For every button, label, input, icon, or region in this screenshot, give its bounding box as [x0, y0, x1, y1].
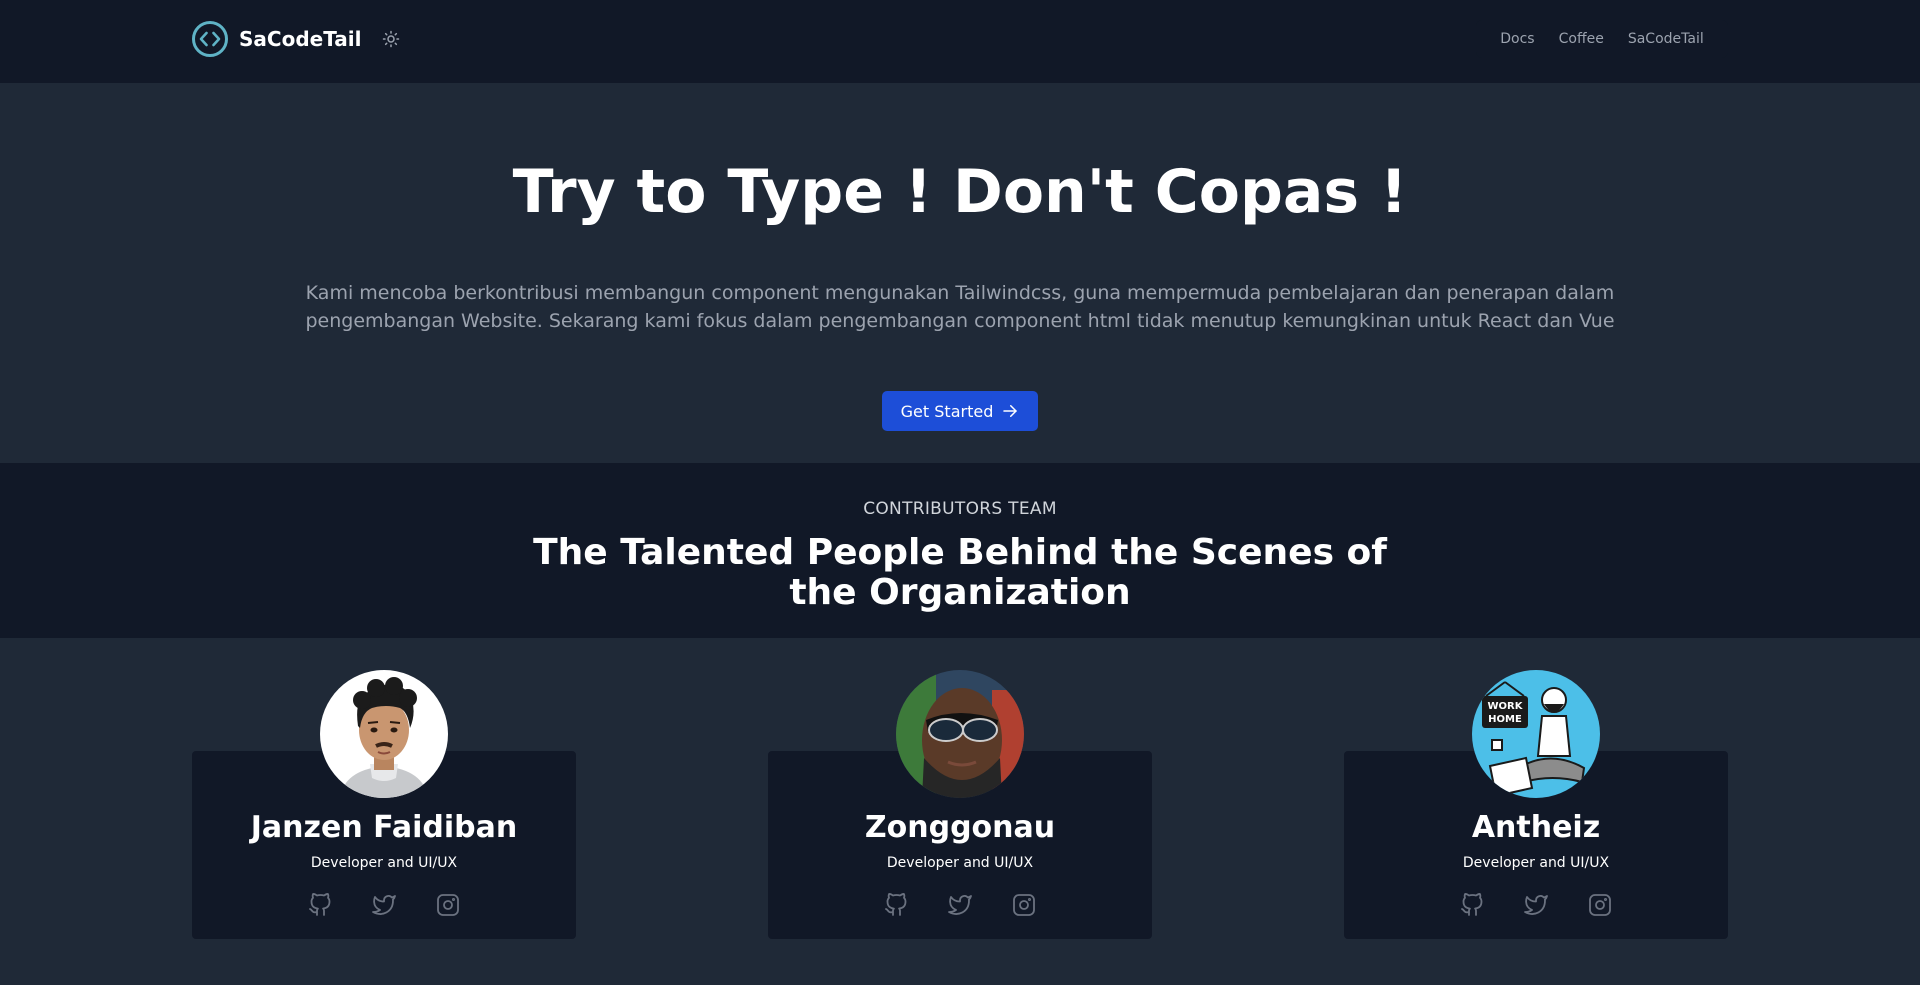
- member-role: Developer and UI/UX: [310, 855, 458, 871]
- instagram-icon[interactable]: [1588, 893, 1612, 917]
- member-name: Zonggonau: [864, 810, 1056, 845]
- team-heading: The Talented People Behind the Scenes of…: [533, 532, 1387, 613]
- github-icon[interactable]: [1460, 893, 1484, 917]
- nav-link-docs[interactable]: Docs: [1488, 31, 1546, 47]
- svg-text:HOME: HOME: [1488, 714, 1522, 725]
- instagram-icon[interactable]: [436, 893, 460, 917]
- brand-name: SaCodeTail: [239, 27, 362, 51]
- member-role: Developer and UI/UX: [886, 855, 1034, 871]
- team-header-band: CONTRIBUTORS TEAM The Talented People Be…: [0, 463, 1920, 638]
- twitter-icon[interactable]: [948, 893, 972, 917]
- instagram-icon[interactable]: [1012, 893, 1036, 917]
- avatar: [320, 670, 448, 798]
- get-started-button[interactable]: Get Started: [882, 391, 1038, 431]
- member-name: Janzen Faidiban: [250, 810, 518, 845]
- github-icon[interactable]: [308, 893, 332, 917]
- twitter-icon[interactable]: [372, 893, 396, 917]
- social-links: [1344, 893, 1728, 919]
- member-name: Antheiz: [1471, 810, 1601, 845]
- arrow-right-icon: [1003, 405, 1018, 417]
- nav-link-sacodetail[interactable]: SaCodeTail: [1616, 31, 1716, 47]
- code-logo-icon: [192, 21, 228, 57]
- hero-title: Try to Type ! Don't Copas !: [512, 157, 1408, 227]
- avatar: [896, 670, 1024, 798]
- member-role: Developer and UI/UX: [1462, 855, 1610, 871]
- twitter-icon[interactable]: [1524, 893, 1548, 917]
- nav-link-coffee[interactable]: Coffee: [1547, 31, 1616, 47]
- brand[interactable]: SaCodeTail: [191, 20, 401, 58]
- team-eyebrow: CONTRIBUTORS TEAM: [863, 499, 1057, 519]
- social-links: [768, 893, 1152, 919]
- get-started-label: Get Started: [900, 401, 994, 421]
- svg-text:WORK: WORK: [1488, 701, 1524, 712]
- github-icon[interactable]: [884, 893, 908, 917]
- avatar: WORK HOME: [1472, 670, 1600, 798]
- theme-toggle-button[interactable]: [381, 29, 401, 49]
- main-nav: Docs Coffee SaCodeTail: [1476, 20, 1728, 58]
- social-links: [192, 893, 576, 919]
- top-navbar: SaCodeTail Docs Coffee SaCodeTail: [0, 0, 1920, 83]
- hero-description: Kami mencoba berkontribusi membangun com…: [305, 282, 1615, 332]
- sun-icon: [383, 30, 400, 48]
